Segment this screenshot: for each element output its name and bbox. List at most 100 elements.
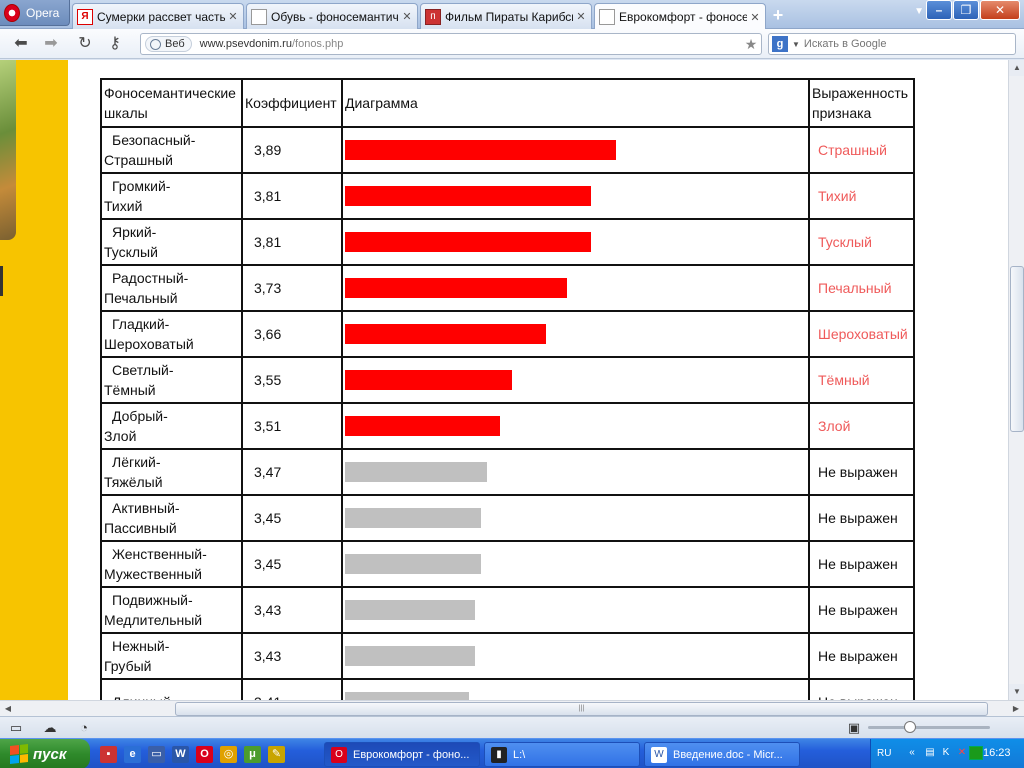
forward-arrow-icon[interactable]: ➡	[40, 34, 62, 54]
scroll-up-arrow-icon[interactable]: ▲	[1009, 60, 1024, 76]
table-row: Активный- Пассивный 3,45 Не выражен	[100, 494, 915, 542]
task-word-window[interactable]: W Введение.doc - Micr...	[644, 742, 800, 767]
scroll-right-arrow-icon[interactable]: ▶	[1008, 701, 1024, 717]
diagram-bar	[345, 646, 475, 666]
quicklaunch-app-icon[interactable]: ▪	[100, 746, 117, 763]
tab-title: Еврокомфорт - фоносе...	[619, 10, 747, 24]
opera-menu-button[interactable]: Opera	[0, 0, 70, 26]
table-row: Светлый- Тёмный 3,55 Тёмный	[100, 356, 915, 404]
opera-icon[interactable]: O	[196, 746, 213, 763]
navigation-bar: ⬅ ➡ ↻ ⚷ Веб www.psevdonim.ru/fonos.php ★…	[0, 29, 1024, 59]
tab-close-icon[interactable]: ✕	[573, 10, 589, 23]
diagram-cell	[341, 448, 810, 496]
tab-4-active[interactable]: Еврокомфорт - фоносе... ✕	[594, 3, 766, 30]
diagram-cell	[341, 678, 810, 700]
table-row: Лёгкий- Тяжёлый 3,47 Не выражен	[100, 448, 915, 496]
close-window-button[interactable]: ✕	[980, 0, 1020, 20]
antivirus-icon[interactable]: K	[939, 746, 953, 760]
vertical-scrollbar[interactable]: ▲ ▼	[1008, 60, 1024, 700]
search-box[interactable]: g ▼	[768, 33, 1016, 55]
tab-close-icon[interactable]: ✕	[399, 10, 415, 23]
scale-second-pole: Тёмный	[104, 382, 156, 398]
g-search-icon[interactable]: g	[772, 36, 788, 52]
tab-bar: Opera Я Сумерки рассвет часть... ✕ Обувь…	[0, 0, 1024, 30]
coefficient-cell: 3,45	[241, 494, 343, 542]
volume-muted-icon[interactable]: ✕	[955, 746, 969, 760]
scale-second-pole: Пассивный	[104, 520, 177, 536]
tools-icon[interactable]: ✎	[268, 746, 285, 763]
horizontal-scrollbar[interactable]: ◀ ||| ▶	[0, 700, 1024, 716]
tab-list-dropdown-icon[interactable]: ▼	[914, 6, 924, 17]
speed-dial-icon[interactable]: ◔	[76, 720, 92, 736]
language-indicator[interactable]: RU	[877, 748, 891, 759]
horizontal-scroll-thumb[interactable]: |||	[175, 702, 988, 716]
key-icon[interactable]: ⚷	[104, 34, 126, 54]
scroll-left-arrow-icon[interactable]: ◀	[0, 701, 16, 717]
scale-cell: Лёгкий- Тяжёлый	[100, 448, 243, 496]
table-row: Безопасный- Страшный 3,89 Страшный	[100, 126, 915, 174]
torrent-icon[interactable]: μ	[244, 746, 261, 763]
network-icon[interactable]: ▤	[923, 746, 937, 760]
coefficient-cell: 3,55	[241, 356, 343, 404]
diagram-bar	[345, 692, 469, 700]
table-row: Яркий- Тусклый 3,81 Тусклый	[100, 218, 915, 266]
tab-close-icon[interactable]: ✕	[225, 10, 241, 23]
word-icon[interactable]: W	[172, 746, 189, 763]
diagram-bar	[345, 600, 475, 620]
tab-2[interactable]: Обувь - фоносемантич... ✕	[246, 3, 418, 29]
header-scales: Фоносемантические шкалы	[100, 78, 243, 128]
task-opera-window[interactable]: O Еврокомфорт - фоно...	[324, 742, 480, 767]
scale-cell: Добрый- Злой	[100, 402, 243, 450]
task-title: L:\	[513, 748, 526, 761]
scale-first-pole: Безопасный-	[112, 132, 196, 148]
left-marker	[0, 266, 3, 296]
vertical-scroll-thumb[interactable]	[1010, 266, 1024, 432]
tray-expand-icon[interactable]: «	[905, 746, 919, 760]
scale-first-pole: Добрый-	[112, 408, 168, 424]
panel-toggle-icon[interactable]: ▭	[8, 720, 24, 736]
cloud-icon[interactable]: ☁	[42, 720, 58, 736]
page-icon	[251, 8, 267, 25]
diagram-cell	[341, 540, 810, 588]
scale-second-pole: Медлительный	[104, 612, 203, 628]
web-badge[interactable]: Веб	[145, 36, 192, 52]
zoom-slider-knob[interactable]	[904, 721, 916, 733]
new-tab-button[interactable]: +	[766, 4, 790, 26]
desktop-icon[interactable]: ▭	[148, 746, 165, 763]
task-explorer-window[interactable]: ▮ L:\	[484, 742, 640, 767]
scale-cell: Подвижный- Медлительный	[100, 586, 243, 634]
coefficient-cell: 3,51	[241, 402, 343, 450]
tab-1[interactable]: Я Сумерки рассвет часть... ✕	[72, 3, 244, 29]
table-row: Громкий- Тихий 3,81 Тихий	[100, 172, 915, 220]
scroll-down-arrow-icon[interactable]: ▼	[1009, 684, 1024, 700]
zoom-slider[interactable]	[868, 721, 990, 733]
diagram-cell	[341, 264, 810, 312]
address-url[interactable]: www.psevdonim.ru/fonos.php	[200, 38, 741, 50]
back-arrow-icon[interactable]: ⬅	[10, 34, 32, 54]
reload-icon[interactable]: ↻	[74, 34, 96, 54]
search-app-icon[interactable]: ◎	[220, 746, 237, 763]
status-green-icon[interactable]	[969, 746, 983, 760]
diagram-cell	[341, 632, 810, 680]
tab-close-icon[interactable]: ✕	[747, 11, 763, 24]
ie-icon[interactable]: e	[124, 746, 141, 763]
window-controls: – ❐ ✕	[925, 0, 1020, 20]
search-engine-dropdown-icon[interactable]: ▼	[792, 40, 800, 49]
scale-first-pole: Женственный-	[112, 546, 207, 562]
scale-first-pole: Яркий-	[112, 224, 157, 240]
phonosemantic-table: Фоносемантические шкалы Коэффициент Диаг…	[100, 78, 915, 700]
scale-second-pole: Печальный	[104, 290, 178, 306]
scale-second-pole: Грубый	[104, 658, 152, 674]
table-row: Нежный- Грубый 3,43 Не выражен	[100, 632, 915, 680]
bookmark-star-icon[interactable]: ★	[741, 36, 761, 53]
maximize-button[interactable]: ❐	[953, 0, 979, 20]
scale-cell: Безопасный- Страшный	[100, 126, 243, 174]
header-coef: Коэффициент	[241, 78, 343, 128]
start-button[interactable]: пуск	[0, 739, 90, 768]
tab-3[interactable]: п Фильм Пираты Карибск... ✕	[420, 3, 592, 29]
scale-second-pole: Тяжёлый	[104, 474, 163, 490]
minimize-button[interactable]: –	[926, 0, 952, 20]
view-icon[interactable]: ▣	[846, 720, 862, 736]
search-input[interactable]	[803, 38, 1004, 50]
address-bar[interactable]: Веб www.psevdonim.ru/fonos.php ★	[140, 33, 762, 55]
